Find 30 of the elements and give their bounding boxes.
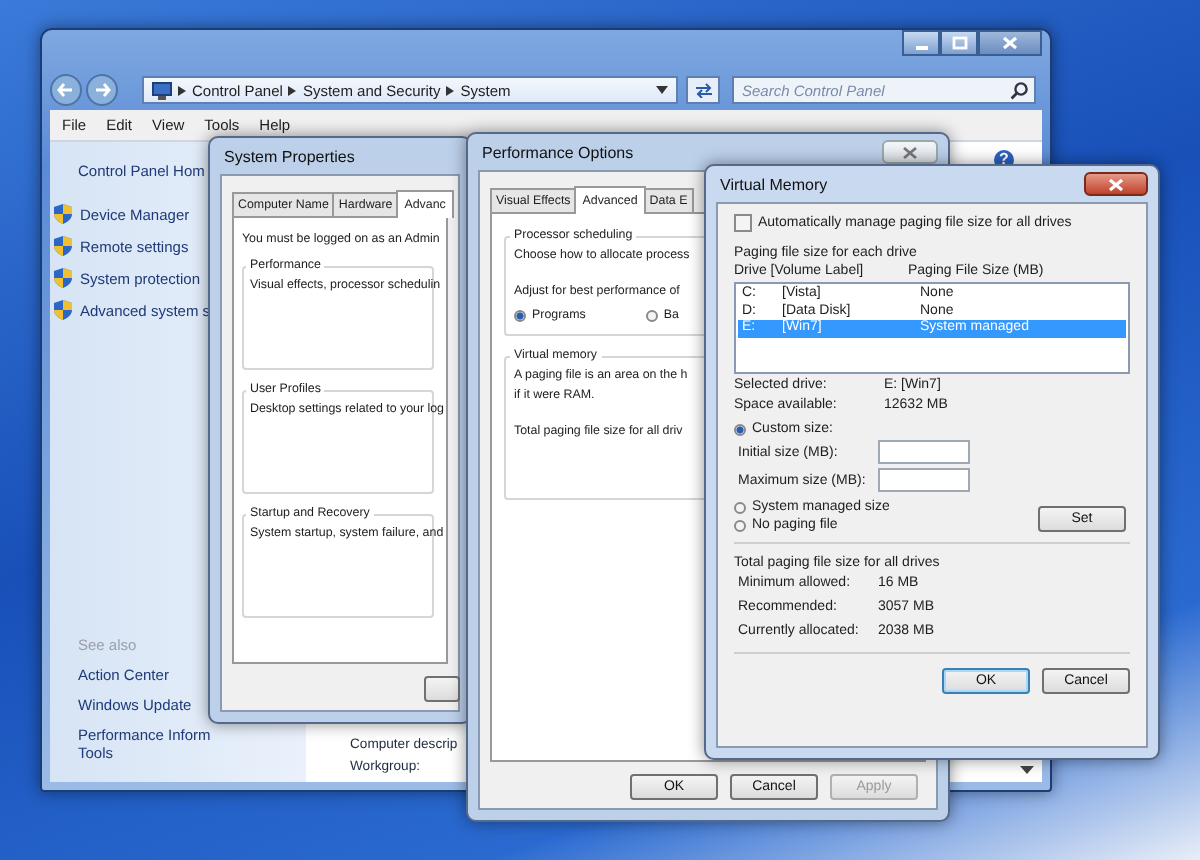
close-button[interactable] bbox=[1084, 172, 1148, 196]
input-field[interactable] bbox=[878, 440, 970, 464]
dialog-button[interactable] bbox=[424, 676, 460, 702]
checkbox[interactable] bbox=[734, 214, 752, 232]
chevron-right-icon bbox=[178, 85, 186, 95]
dialog-title: Performance Options bbox=[480, 142, 634, 166]
close-button[interactable] bbox=[978, 30, 1042, 56]
close-icon bbox=[1002, 36, 1018, 50]
chevron-right-icon bbox=[446, 85, 455, 95]
dialog-title: Virtual Memory bbox=[718, 174, 828, 198]
close-icon bbox=[1108, 177, 1124, 191]
chevron-right-icon bbox=[288, 85, 297, 95]
maximize-icon bbox=[951, 36, 967, 50]
search-icon bbox=[1010, 82, 1028, 100]
shield-icon bbox=[54, 268, 72, 288]
computer-icon bbox=[152, 81, 172, 99]
dropdown-icon[interactable] bbox=[656, 86, 668, 94]
maximize-button[interactable] bbox=[940, 30, 978, 56]
close-button[interactable] bbox=[882, 140, 938, 164]
shield-icon bbox=[54, 300, 72, 320]
refresh-icon bbox=[693, 82, 713, 98]
minimize-button[interactable] bbox=[902, 30, 940, 56]
refresh-button[interactable] bbox=[686, 76, 720, 104]
back-forward-icon[interactable] bbox=[50, 74, 122, 106]
shield-icon bbox=[54, 204, 72, 224]
input-field[interactable] bbox=[878, 468, 970, 492]
shield-icon bbox=[54, 236, 72, 256]
close-icon bbox=[902, 145, 918, 159]
dialog-title: System Properties bbox=[222, 146, 357, 170]
scroll-down-icon[interactable] bbox=[1020, 766, 1034, 774]
